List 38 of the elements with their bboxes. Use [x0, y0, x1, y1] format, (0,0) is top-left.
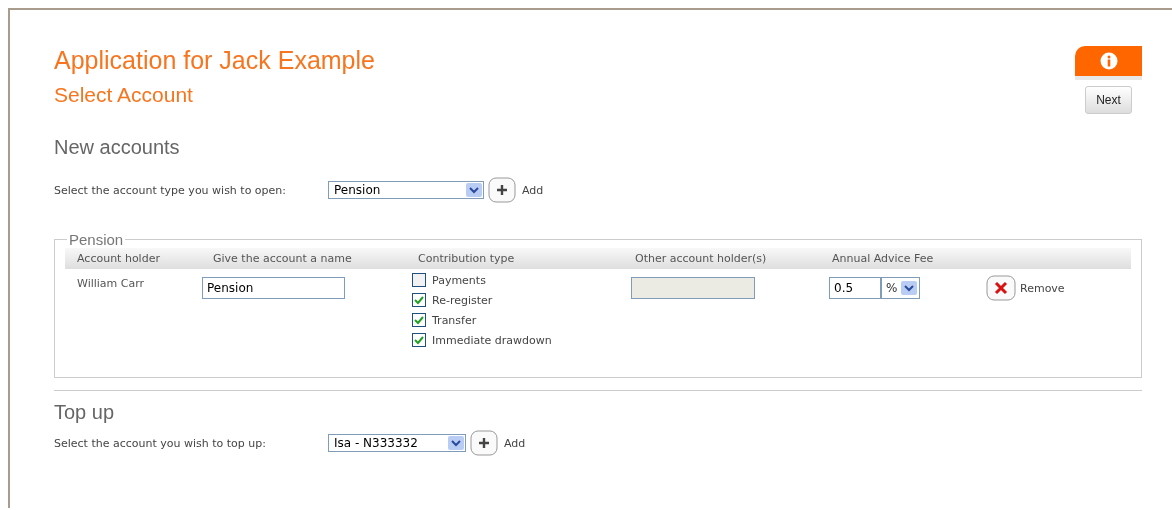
remove-label: Remove	[1020, 281, 1065, 295]
chevron-down-icon	[901, 281, 918, 295]
account-type-dropdown[interactable]: Pension	[328, 181, 484, 199]
next-button[interactable]: Next	[1085, 86, 1132, 114]
column-header: Contribution type	[406, 248, 623, 269]
checkbox[interactable]	[412, 333, 426, 347]
page-subtitle: Select Account	[54, 83, 194, 107]
checkbox-label: Transfer	[432, 313, 477, 327]
page-title: Application for Jack Example	[54, 46, 375, 75]
account-name-field[interactable]: Pension	[202, 277, 345, 299]
info-tab[interactable]	[1075, 46, 1142, 80]
checkbox[interactable]	[412, 313, 426, 327]
chevron-down-icon	[448, 436, 464, 450]
chevron-down-icon	[466, 183, 482, 197]
column-header: Other account holder(s)	[623, 248, 820, 269]
field-label: Select the account you wish to top up:	[54, 436, 267, 450]
column-header: Account holder	[65, 248, 201, 269]
column-header: Give the account a name	[201, 248, 406, 269]
section-heading: Top up	[54, 401, 116, 424]
add-button[interactable]	[470, 430, 498, 456]
fee-field[interactable]: 0.5	[829, 277, 881, 299]
column-header: Annual Advice Fee	[820, 248, 986, 269]
add-label: Add	[504, 436, 526, 450]
panel-legend: Pension	[67, 231, 126, 248]
remove-button[interactable]	[986, 275, 1016, 301]
checkbox-label: Immediate drawdown	[432, 333, 552, 347]
add-button[interactable]	[488, 177, 516, 203]
top-up-account-dropdown[interactable]: Isa - N333332	[328, 434, 466, 452]
table-cell-text: William Carr	[76, 276, 146, 292]
checkbox-label: Re-register	[432, 293, 493, 307]
info-icon	[1099, 52, 1118, 70]
checkbox-label: Payments	[432, 273, 486, 287]
add-label: Add	[522, 183, 544, 197]
field-label: Select the account type you wish to open:	[54, 183, 288, 197]
fee-unit-dropdown[interactable]: %	[881, 277, 921, 299]
checkbox[interactable]	[412, 273, 426, 287]
checkbox[interactable]	[412, 293, 426, 307]
section-heading: New accounts	[54, 136, 181, 159]
